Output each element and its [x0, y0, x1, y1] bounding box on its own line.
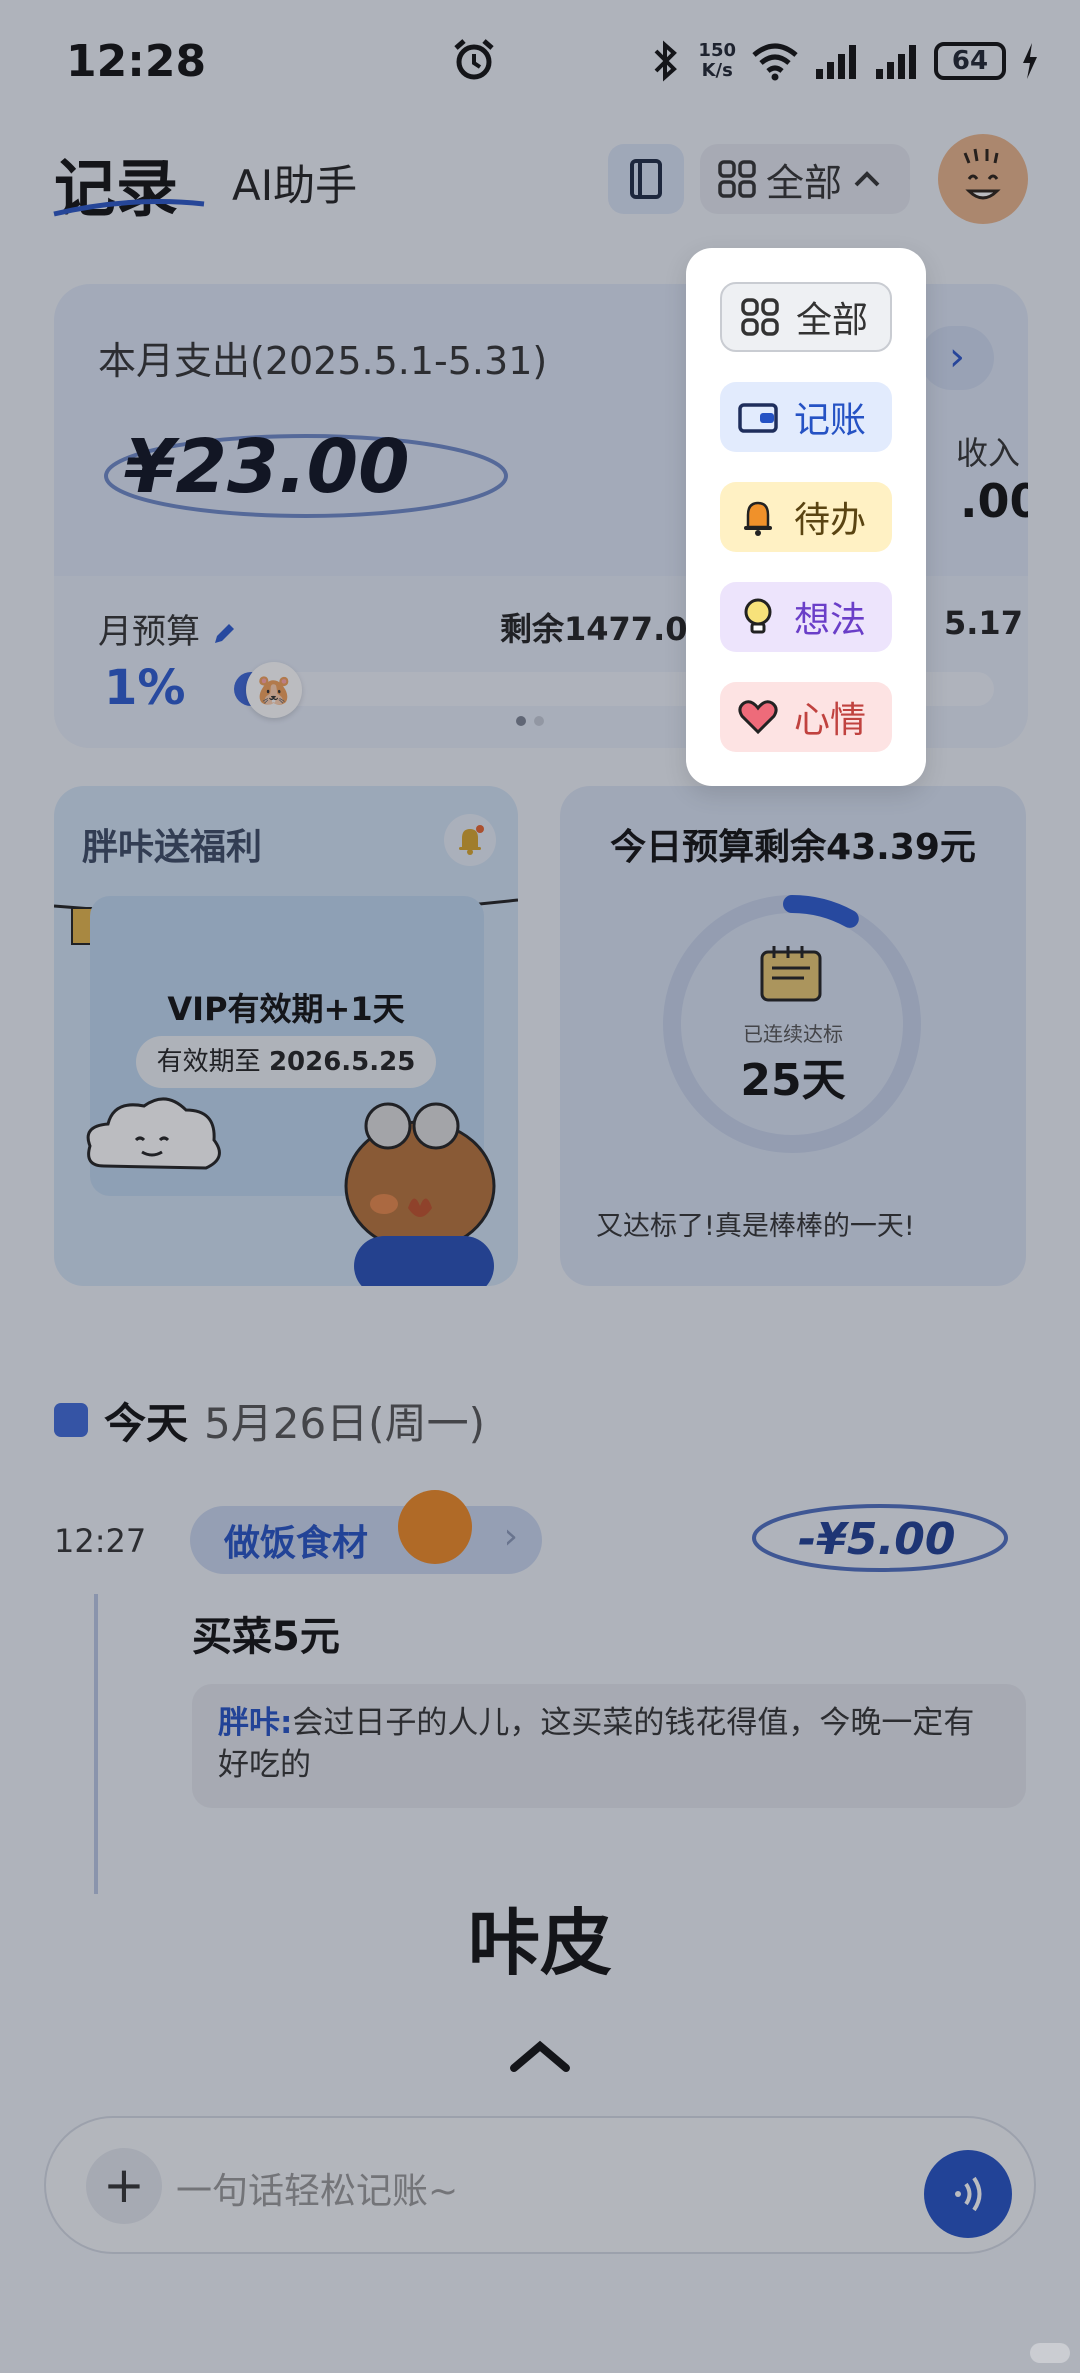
filter-option-accounting[interactable]: 记账: [720, 382, 892, 452]
bell-icon: [736, 495, 780, 539]
filter-option-todo[interactable]: 待办: [720, 482, 892, 552]
filter-option-label: 心情: [794, 700, 867, 741]
filter-option-label: 全部: [796, 300, 869, 341]
filter-option-label: 想法: [794, 600, 867, 641]
filter-option-label: 待办: [794, 500, 867, 541]
filter-option-all[interactable]: 全部: [720, 282, 892, 352]
filter-option-mood[interactable]: 心情: [720, 682, 892, 752]
heart-icon: [736, 695, 780, 739]
watermark-badge: [1030, 2343, 1070, 2363]
app-screen: 12:28 150 K/s 64 记录 AI助手 全部 本月支出(2025.5.…: [0, 0, 1080, 2373]
wallet-icon: [736, 395, 780, 439]
filter-option-idea[interactable]: 想法: [720, 582, 892, 652]
bulb-icon: [736, 595, 780, 639]
filter-option-label: 记账: [794, 400, 867, 441]
grid-icon: [738, 295, 782, 339]
filter-dropdown-menu: 全部 记账 待办 想法 心情: [686, 248, 926, 786]
